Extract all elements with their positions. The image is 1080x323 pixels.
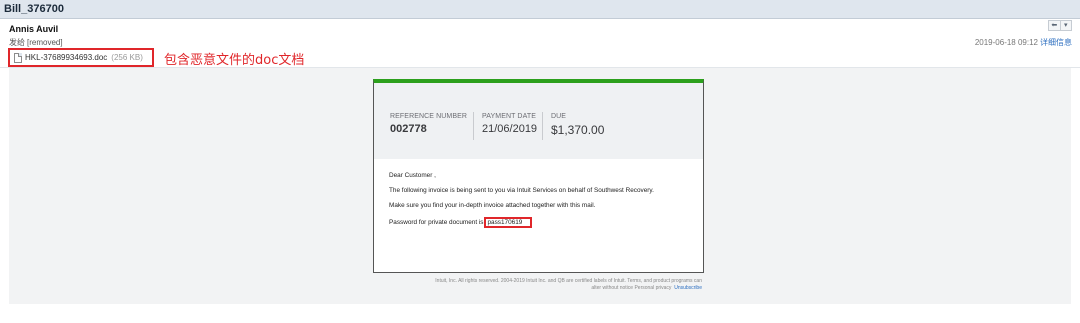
email-footer: Intuit, Inc. All rights reserved. 2004-2… bbox=[358, 278, 702, 292]
attachment-name[interactable]: HKL-37689934693.doc bbox=[25, 53, 107, 62]
reference-column: REFERENCE NUMBER 002778 bbox=[390, 113, 467, 135]
due-label: DUE bbox=[551, 113, 567, 120]
due-column: DUE $1,370.00 bbox=[551, 113, 604, 137]
to-label: 发给 bbox=[9, 38, 25, 47]
reply-arrow-icon[interactable]: ⬅ bbox=[1049, 21, 1061, 30]
reference-value: 002778 bbox=[390, 123, 427, 135]
footer-line-1: Intuit, Inc. All rights reserved. 2004-2… bbox=[435, 278, 702, 284]
window-title: Bill_376700 bbox=[0, 0, 1080, 19]
details-link[interactable]: 详细信息 bbox=[1040, 38, 1072, 47]
greeting: Dear Customer , bbox=[389, 172, 436, 179]
password-value: pass170619 bbox=[484, 217, 533, 228]
attachment-size: (256 KB) bbox=[111, 53, 143, 62]
recipient-line: 发给 [removed] bbox=[9, 37, 63, 48]
email-body-text: Dear Customer , The following invoice is… bbox=[374, 159, 703, 228]
footer-line-2-row: alter without notice Personal privacy Un… bbox=[358, 285, 702, 292]
payment-date-column: PAYMENT DATE 21/06/2019 bbox=[482, 113, 537, 135]
payment-date-label: PAYMENT DATE bbox=[482, 113, 536, 120]
footer-line-2: alter without notice Personal privacy bbox=[591, 285, 672, 291]
divider bbox=[473, 112, 474, 140]
reply-button-group[interactable]: ⬅ ▾ bbox=[1048, 20, 1072, 31]
sender-name: Annis Auvil bbox=[9, 24, 59, 34]
annotation-label: 包含恶意文件的doc文档 bbox=[164, 53, 305, 68]
doc-file-icon bbox=[14, 52, 22, 63]
due-value: $1,370.00 bbox=[551, 123, 605, 137]
invoice-email-card: REFERENCE NUMBER 002778 PAYMENT DATE 21/… bbox=[373, 79, 704, 273]
password-prefix: Password for private document is bbox=[389, 219, 484, 226]
invoice-summary: REFERENCE NUMBER 002778 PAYMENT DATE 21/… bbox=[374, 83, 703, 159]
message-header: Annis Auvil 发给 [removed] ⬅ ▾ 2019-06-18 0… bbox=[0, 19, 1080, 68]
unsubscribe-link[interactable]: Unsubscribe bbox=[674, 285, 702, 291]
body-line-2: Make sure you find your in-depth invoice… bbox=[389, 202, 596, 209]
to-value: [removed] bbox=[27, 38, 63, 47]
message-date-line: 2019-06-18 09:12 详细信息 bbox=[975, 37, 1072, 48]
reference-label: REFERENCE NUMBER bbox=[390, 113, 468, 120]
dropdown-caret-icon[interactable]: ▾ bbox=[1061, 21, 1072, 30]
divider bbox=[542, 112, 543, 140]
attachment-item[interactable]: HKL-37689934693.doc (256 KB) bbox=[8, 48, 154, 67]
body-line-1: The following invoice is being sent to y… bbox=[389, 187, 654, 194]
password-line: Password for private document is pass1706… bbox=[389, 217, 703, 228]
message-date: 2019-06-18 09:12 bbox=[974, 38, 1038, 47]
payment-date-value: 21/06/2019 bbox=[482, 123, 538, 135]
